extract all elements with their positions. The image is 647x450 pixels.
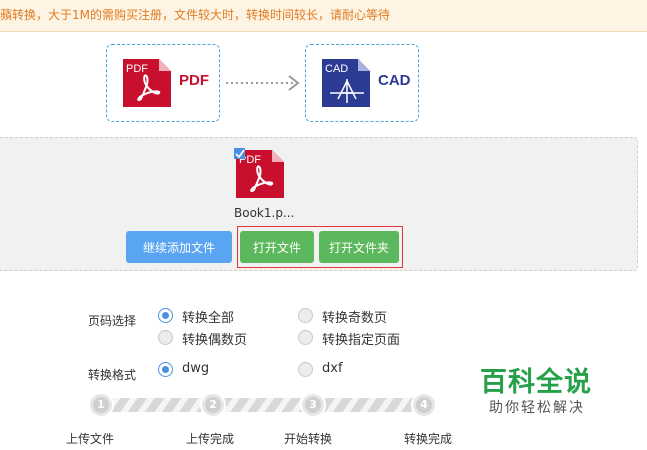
step-3-circle: 3 [300,392,326,418]
page-select-label: 页码选择 [88,314,137,328]
add-more-files-button[interactable]: 继续添加文件 [126,231,232,263]
svg-text:PDF: PDF [126,63,148,75]
target-format-label: CAD [378,72,411,89]
notice-bar: 蘋转换，大于1M的需购买注册，文件较大时，转换时间较长，请耐心等待 [0,0,647,32]
radio-format-dxf-label: dxf [322,361,343,376]
step-4-circle: 4 [411,392,437,418]
arrow-right-icon [226,75,300,91]
radio-format-dxf[interactable] [298,362,313,377]
radio-convert-odd-label: 转换奇数页 [322,311,388,326]
step-3-label: 开始转换 [284,432,333,446]
radio-convert-even-label: 转换偶数页 [182,333,248,348]
notice-text: 蘋转换，大于1M的需购买注册，文件较大时，转换时间较长，请耐心等待 [0,8,390,22]
svg-text:CAD: CAD [325,63,348,75]
step-2-label: 上传完成 [186,432,235,446]
target-format-box: CAD CAD [305,44,419,122]
radio-format-dwg-label: dwg [182,361,210,376]
uploaded-pdf-icon[interactable]: PDF [234,148,286,200]
progress-step-bar [98,398,428,412]
watermark-title: 百科全说 [480,367,592,398]
step-2-circle: 2 [200,392,226,418]
radio-convert-specified[interactable] [298,330,313,345]
watermark-subtitle: 助你轻松解决 [489,400,585,416]
format-select-label: 转换格式 [88,368,137,382]
pdf-file-icon: PDF [123,59,171,107]
radio-convert-even[interactable] [158,330,173,345]
source-format-box: PDF PDF [106,44,220,122]
radio-convert-all[interactable] [158,308,173,323]
open-folder-button[interactable]: 打开文件夹 [319,231,399,263]
radio-convert-odd[interactable] [298,308,313,323]
radio-convert-specified-label: 转换指定页面 [322,333,401,348]
file-name: Book1.p... [234,206,295,220]
step-1-label: 上传文件 [66,432,115,446]
cad-file-icon: CAD [322,59,370,107]
open-file-button[interactable]: 打开文件 [240,231,314,263]
radio-convert-all-label: 转换全部 [182,311,235,326]
radio-format-dwg[interactable] [158,362,173,377]
source-format-label: PDF [179,72,209,89]
step-4-label: 转换完成 [404,432,453,446]
step-1-circle: 1 [88,392,114,418]
